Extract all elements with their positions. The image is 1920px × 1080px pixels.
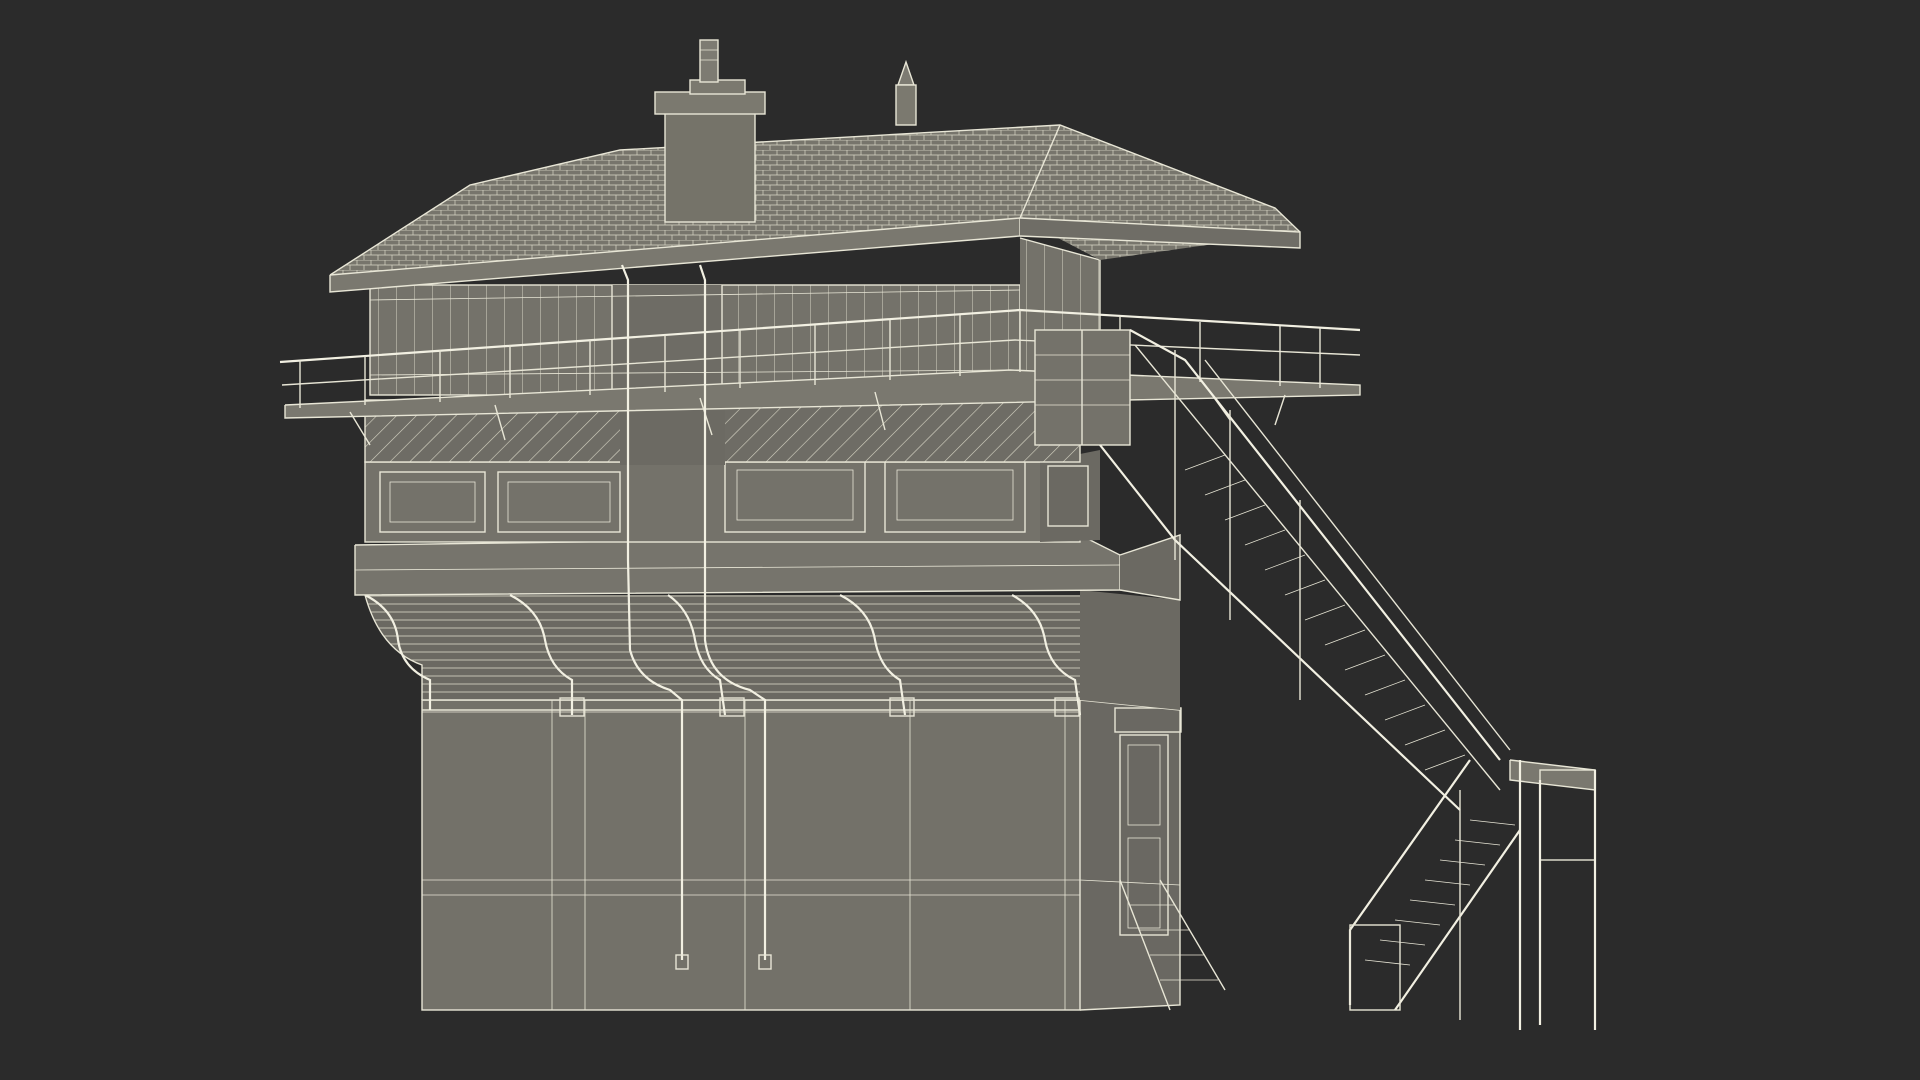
render-viewport [0,0,1920,1080]
cove-band [364,590,1180,717]
base-wall [421,699,1181,1011]
signal-box-model [279,39,1597,1030]
roof [329,124,1301,293]
chimney [654,39,766,223]
belt-ledge [354,534,1181,601]
roof-vent [895,59,917,126]
panel-band [364,450,1100,543]
